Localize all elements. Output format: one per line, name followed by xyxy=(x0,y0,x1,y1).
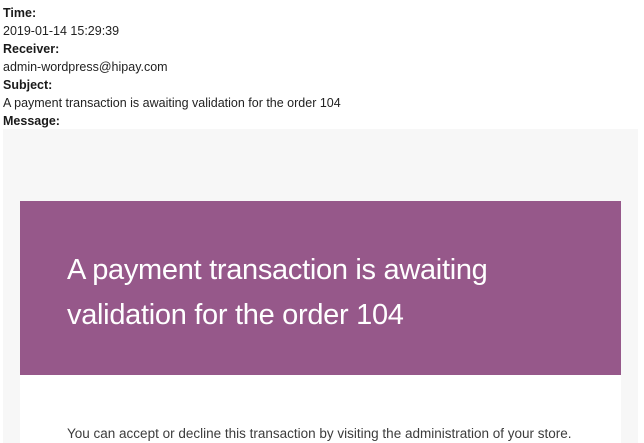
email-body: You can accept or decline this transacti… xyxy=(20,375,621,443)
receiver-label: Receiver: xyxy=(3,42,60,56)
message-label: Message: xyxy=(3,114,60,128)
email-message-preview[interactable]: A payment transaction is awaiting valida… xyxy=(3,129,638,443)
receiver-value: admin-wordpress@hipay.com xyxy=(3,60,168,74)
time-value: 2019-01-14 15:29:39 xyxy=(3,24,120,38)
email-log-details: Time: 2019-01-14 15:29:39 Receiver: admi… xyxy=(3,4,639,130)
time-label: Time: xyxy=(3,6,37,20)
email-body-text: You can accept or decline this transacti… xyxy=(67,426,572,441)
subject-value: A payment transaction is awaiting valida… xyxy=(3,96,341,110)
email-heading: A payment transaction is awaiting valida… xyxy=(67,254,488,331)
subject-label: Subject: xyxy=(3,78,53,92)
email-header-banner: A payment transaction is awaiting valida… xyxy=(20,201,621,375)
